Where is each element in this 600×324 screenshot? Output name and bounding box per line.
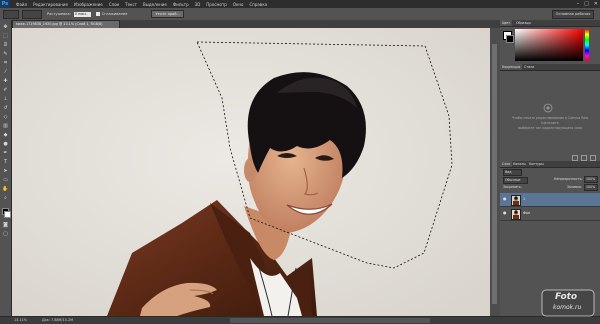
adjustments-panel-tabs: Коррекция Стили [500, 64, 600, 71]
history-brush-tool-icon[interactable]: ↺ [2, 105, 9, 111]
photo-image [12, 28, 490, 316]
maximize-button[interactable]: □ [584, 1, 589, 7]
eye-icon[interactable]: ● [503, 211, 507, 215]
tab-color[interactable]: Цвет [500, 20, 513, 26]
adjustments-hint-3: выберите тип корректирующего слоя [518, 126, 582, 130]
layer-name[interactable]: 1 [523, 197, 525, 201]
antialias-checkbox[interactable] [95, 12, 100, 16]
brush-tool-icon[interactable]: ✐ [2, 87, 9, 93]
type-tool-icon[interactable]: T [2, 159, 9, 165]
tab-swatches[interactable]: Образцы [514, 20, 533, 26]
fill-label: Заливка: [567, 185, 582, 189]
lasso-tool-icon[interactable]: ᘐ [2, 42, 9, 48]
watermark-line-2: komok.ru [553, 304, 582, 311]
menu-type[interactable]: Текст [125, 2, 137, 7]
adjustments-footer [500, 154, 600, 161]
screen-mode-icon[interactable]: ▢ [2, 231, 9, 237]
layers-panel-tabs: Слои Каналы Контуры [500, 161, 600, 168]
lock-label: Закрепить: [503, 185, 522, 189]
healing-brush-tool-icon[interactable]: ✚ [2, 78, 9, 84]
camera-raw-icon [543, 103, 553, 113]
layer-row[interactable]: ● 1 [500, 193, 600, 207]
horizontal-scrollbar[interactable] [230, 318, 430, 323]
move-tool-icon[interactable]: ✥ [2, 24, 9, 30]
panel-background-swatch[interactable] [506, 35, 514, 43]
menu-window[interactable]: Окно [233, 2, 244, 7]
photoshop-logo: Ps [0, 0, 10, 8]
tab-channels[interactable]: Каналы [511, 161, 528, 167]
menu-3d[interactable]: 3D [195, 2, 201, 7]
menu-view[interactable]: Просмотр [206, 2, 227, 7]
tools-panel: ✥ ⬚ ᘐ ✎ ⌗ ⁄ ✚ ✐ ⊥ ↺ ◇ ▥ ◆ ● ✒ T ➤ ▭ ✋ ⌕ … [0, 20, 12, 316]
crop-tool-icon[interactable]: ⌗ [2, 60, 9, 66]
pen-tool-icon[interactable]: ✒ [2, 150, 9, 156]
layer-row[interactable]: ● Фон [500, 207, 600, 221]
adjustments-hint-2: Щелкните [541, 121, 559, 125]
feather-input[interactable]: 0 пикс. [73, 11, 91, 17]
zoom-tool-icon[interactable]: ⌕ [2, 195, 9, 201]
layers-controls: Вид Обычные Непрозрачность: 100% Закрепи… [500, 168, 600, 192]
quick-select-tool-icon[interactable]: ✎ [2, 51, 9, 57]
adjustments-panel [500, 72, 600, 158]
eraser-tool-icon[interactable]: ◇ [2, 114, 9, 120]
layer-thumbnail [511, 209, 521, 220]
antialias-label: Сглаживание [101, 12, 128, 16]
menu-image[interactable]: Изображение [74, 2, 103, 7]
layer-name[interactable]: Фон [523, 211, 530, 215]
minimize-button[interactable]: – [577, 1, 580, 7]
feather-label: Растушевка: [47, 12, 71, 16]
background-color-swatch[interactable] [4, 211, 11, 218]
menu-bar: Ps Файл Редактирование Изображение Слои … [0, 0, 600, 8]
color-picker-field[interactable] [515, 29, 583, 61]
kind-filter-select[interactable]: Вид [503, 169, 522, 176]
blend-mode-select[interactable]: Обычные [503, 177, 528, 184]
selection-mode-buttons[interactable] [22, 9, 42, 19]
menu-file[interactable]: Файл [16, 2, 27, 7]
eye-icon[interactable]: ● [503, 197, 507, 201]
fill-input[interactable]: 100% [584, 184, 598, 191]
opacity-label: Непрозрачность: [554, 177, 583, 181]
dodge-tool-icon[interactable]: ● [2, 141, 9, 147]
tool-preset-picker[interactable] [3, 9, 19, 19]
workspace-select[interactable]: Основная рабочая среда [552, 10, 594, 23]
menu-select[interactable]: Выделение [143, 2, 167, 7]
menu-layers[interactable]: Слои [109, 2, 119, 7]
menu-filter[interactable]: Фильтр [173, 2, 189, 7]
tab-styles[interactable]: Стили [522, 64, 536, 70]
document-canvas[interactable] [12, 28, 490, 316]
marquee-tool-icon[interactable]: ⬚ [2, 33, 9, 39]
blur-tool-icon[interactable]: ◆ [2, 132, 9, 138]
refine-edge-button[interactable]: Уточн. край... [151, 10, 184, 18]
shape-tool-icon[interactable]: ▭ [2, 177, 9, 183]
watermark-camera-icon [541, 289, 595, 317]
hue-slider[interactable] [585, 29, 589, 61]
opacity-input[interactable]: 100% [584, 176, 598, 183]
menu-help[interactable]: Справка [249, 2, 267, 7]
clone-stamp-tool-icon[interactable]: ⊥ [2, 96, 9, 102]
close-button[interactable]: ✕ [594, 1, 598, 7]
watermark-line-1: Foto [555, 292, 578, 302]
hand-tool-icon[interactable]: ✋ [2, 186, 9, 192]
path-selection-tool-icon[interactable]: ➤ [2, 168, 9, 174]
layer-thumbnail [511, 195, 521, 206]
quick-mask-icon[interactable]: ◙ [2, 222, 9, 228]
tab-adjustments[interactable]: Коррекция [500, 64, 523, 70]
menu-edit[interactable]: Редактирование [33, 2, 68, 7]
tab-paths[interactable]: Контуры [527, 161, 546, 167]
color-panel-tabs: Цвет Образцы [500, 20, 600, 27]
gradient-tool-icon[interactable]: ▥ [2, 123, 9, 129]
vertical-scrollbar-thumb[interactable] [492, 44, 497, 304]
adjustments-hint-1: Чтобы начать редактирование в Camera Raw [511, 116, 589, 120]
eyedropper-tool-icon[interactable]: ⁄ [2, 69, 9, 75]
